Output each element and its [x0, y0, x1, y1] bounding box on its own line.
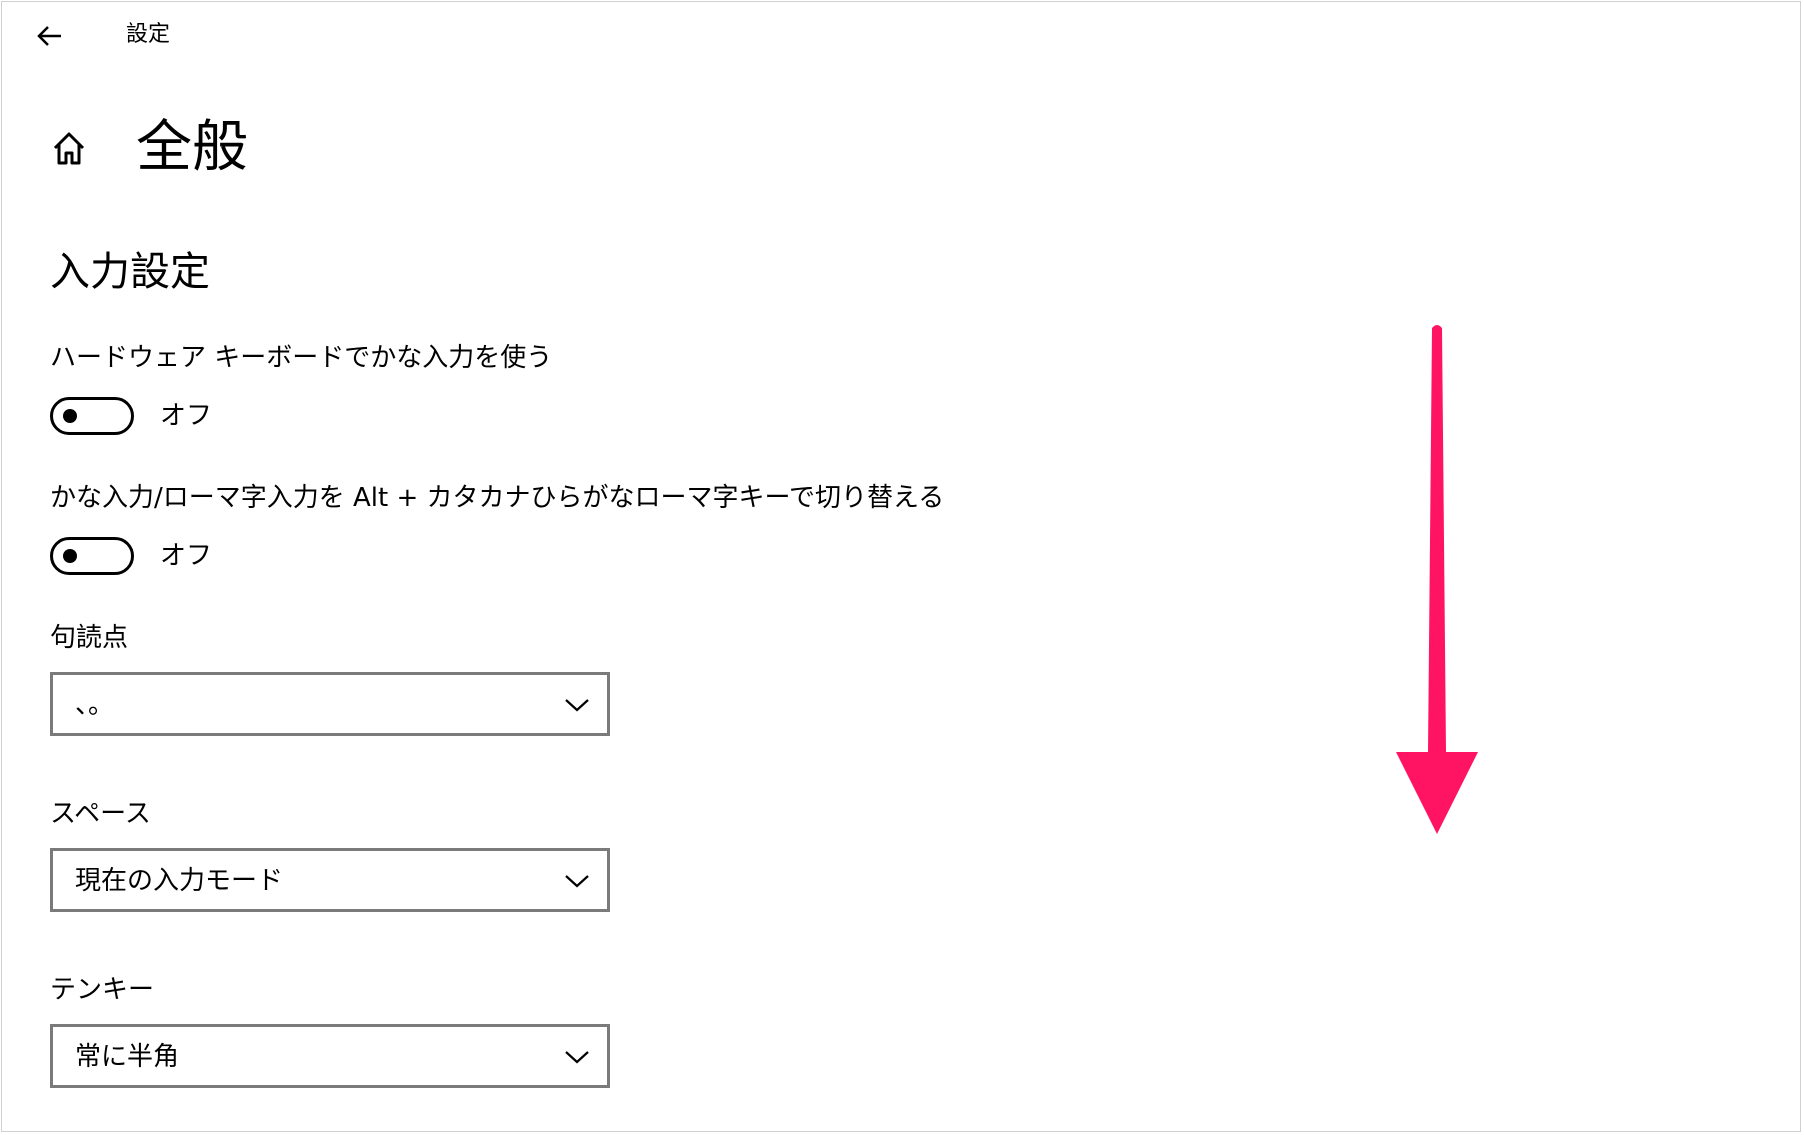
hardware-kana-label: ハードウェア キーボードでかな入力を使う [50, 343, 553, 373]
numpad-label: テンキー [50, 975, 155, 1005]
section-title: 入力設定 [50, 249, 210, 295]
home-button[interactable] [44, 123, 94, 173]
page-title: 全般 [136, 115, 248, 180]
hardware-kana-state: オフ [160, 401, 213, 431]
app-title: 設定 [126, 22, 171, 47]
back-button[interactable] [28, 14, 72, 58]
numpad-value: 常に半角 [75, 1042, 180, 1072]
window-frame [1, 1, 1801, 1132]
space-label: スペース [50, 799, 151, 829]
toggle-knob [63, 549, 77, 563]
page-header: 全般 [44, 108, 248, 188]
chevron-down-icon [563, 1045, 591, 1069]
title-bar: 設定 [0, 0, 1804, 72]
numpad-dropdown[interactable]: 常に半角 [50, 1024, 610, 1088]
home-icon [53, 132, 85, 165]
space-dropdown[interactable]: 現在の入力モード [50, 848, 610, 912]
chevron-down-icon [563, 693, 591, 717]
kana-romaji-switch-label: かな入力/ローマ字入力を Alt + カタカナひらがなローマ字キーで切り替える [50, 483, 945, 513]
punctuation-value: 、。 [75, 690, 115, 720]
down-arrow-icon [1396, 325, 1478, 834]
kana-romaji-toggle-row: オフ [50, 534, 212, 578]
arrow-left-icon [37, 26, 61, 46]
punctuation-dropdown[interactable]: 、。 [50, 672, 610, 736]
space-value: 現在の入力モード [75, 866, 284, 896]
chevron-down-icon [563, 869, 591, 893]
hardware-kana-toggle-row: オフ [50, 394, 212, 438]
punctuation-label: 句読点 [50, 623, 129, 653]
kana-romaji-state: オフ [160, 541, 213, 571]
toggle-knob [63, 409, 77, 423]
kana-romaji-toggle[interactable] [50, 537, 134, 575]
hardware-kana-toggle[interactable] [50, 397, 134, 435]
